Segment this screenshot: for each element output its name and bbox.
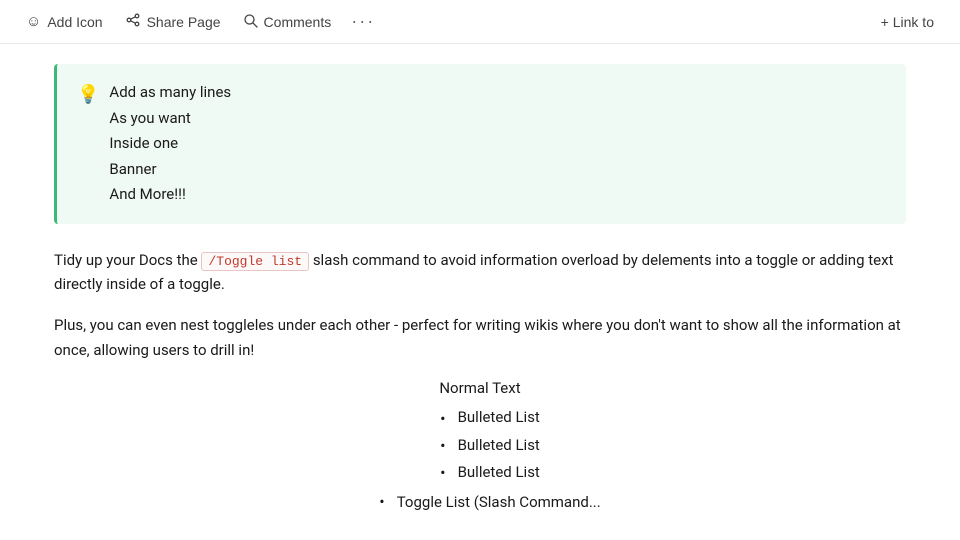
banner-line-1: Add as many lines [109, 80, 231, 106]
banner-text-lines: Add as many lines As you want Inside one… [109, 80, 231, 208]
banner-line-3: Inside one [109, 131, 231, 157]
paragraph1-pre: Tidy up your Docs the [54, 251, 201, 269]
banner-block: 💡 Add as many lines As you want Inside o… [54, 64, 906, 224]
partial-list-item: Toggle List (Slash Command... [359, 492, 600, 511]
comments-label: Comments [264, 14, 332, 30]
banner-icon: 💡 [77, 80, 99, 111]
add-icon-button[interactable]: ☺ Add Icon [16, 8, 113, 36]
main-content: 💡 Add as many lines As you want Inside o… [0, 44, 960, 540]
normal-text-label: Normal Text [439, 379, 520, 397]
body-paragraph-2: Plus, you can even nest toggleles under … [54, 313, 906, 363]
center-section: Normal Text Bulleted List Bulleted List … [54, 379, 906, 512]
comments-button[interactable]: Comments [233, 7, 342, 37]
dots-icon: ··· [351, 11, 375, 31]
toolbar: ☺ Add Icon Share Page [0, 0, 960, 44]
banner-line-5: And More!!! [109, 182, 231, 208]
list-item: Bulleted List [420, 405, 540, 432]
list-item: Bulleted List [420, 432, 540, 459]
body-paragraph-1: Tidy up your Docs the /Toggle list slash… [54, 248, 906, 298]
toolbar-left: ☺ Add Icon Share Page [16, 5, 867, 38]
inline-code: /Toggle list [201, 252, 309, 271]
smiley-icon: ☺ [26, 14, 41, 29]
share-page-label: Share Page [147, 14, 221, 30]
banner-line-4: Banner [109, 157, 231, 183]
more-options-button[interactable]: ··· [343, 5, 383, 38]
banner-content: 💡 Add as many lines As you want Inside o… [77, 80, 886, 208]
share-page-button[interactable]: Share Page [115, 6, 231, 37]
banner-line-2: As you want [109, 106, 231, 132]
bulleted-list: Bulleted List Bulleted List Bulleted Lis… [420, 405, 540, 487]
list-item: Bulleted List [420, 459, 540, 486]
add-icon-label: Add Icon [47, 14, 102, 30]
search-icon [243, 13, 258, 31]
toolbar-right: + Link to [871, 8, 944, 36]
share-icon [125, 12, 141, 31]
link-to-label: + Link to [881, 14, 934, 30]
link-to-button[interactable]: + Link to [871, 8, 944, 36]
